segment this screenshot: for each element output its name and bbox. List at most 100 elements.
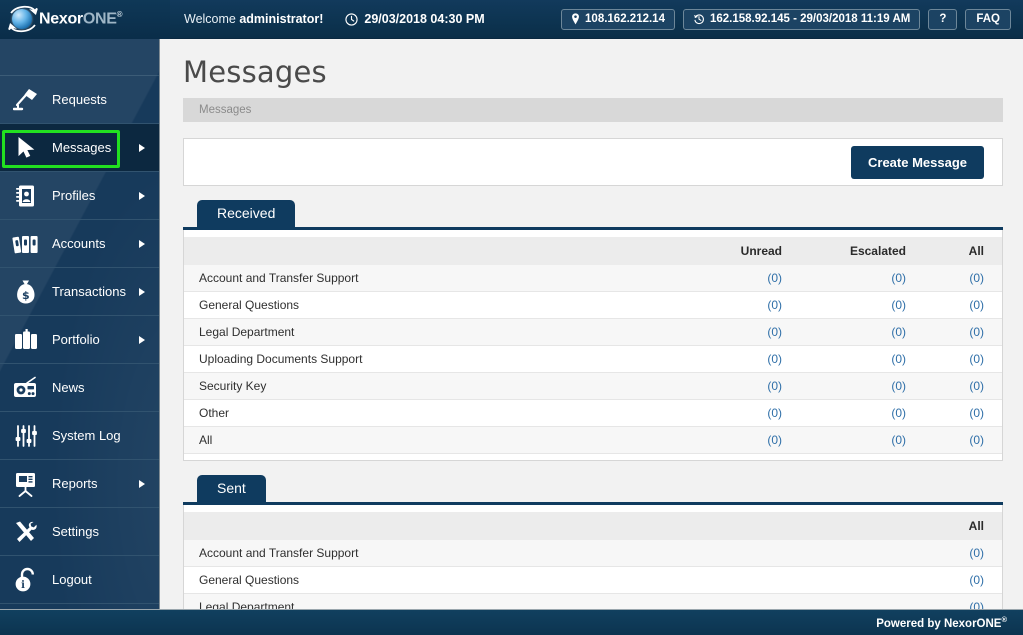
row-category: General Questions [184,566,946,594]
row-category: Other [184,399,706,427]
sidebar-item-label: Transactions [52,284,126,299]
table-row: Account and Transfer Support (0) [184,540,1002,567]
tab-received[interactable]: Received [197,200,296,227]
received-header-row: Unread Escalated All [184,237,1002,265]
sidebar-navigation: Requests Messages Profiles Accounts $ Tr… [0,39,160,609]
breadcrumb-item[interactable]: Messages [199,104,251,116]
sliders-icon [0,424,52,448]
faq-button[interactable]: FAQ [965,8,1011,30]
sidebar-item-system-log[interactable]: System Log [0,412,159,460]
row-category: Security Key [184,372,706,400]
current-datetime: 29/03/2018 04:30 PM [345,12,485,26]
address-book-icon [0,184,52,208]
sidebar-item-logout[interactable]: i Logout [0,556,159,604]
money-bag-icon: $ [0,279,52,305]
unread-count-link[interactable]: (0) [767,406,782,420]
row-category: Uploading Documents Support [184,345,706,373]
row-escalated-cell: (0) [826,426,946,454]
presentation-icon [0,471,52,497]
table-row: All (0) (0) (0) [184,426,1002,454]
received-table: Unread Escalated All Account and Transfe… [184,237,1002,454]
sidebar-item-settings[interactable]: Settings [0,508,159,556]
all-count-link[interactable]: (0) [969,271,984,285]
row-escalated-cell: (0) [826,399,946,427]
unread-count-link[interactable]: (0) [767,433,782,447]
svg-text:$: $ [22,289,30,302]
escalated-count-link[interactable]: (0) [891,325,906,339]
sidebar-item-accounts[interactable]: Accounts [0,220,159,268]
row-escalated-cell: (0) [826,345,946,373]
create-message-button[interactable]: Create Message [851,145,984,179]
row-all-cell: (0) [946,540,1002,567]
sent-table-container: All Account and Transfer Support (0) Gener… [183,505,1003,609]
row-escalated-cell: (0) [826,265,946,292]
unread-count-link[interactable]: (0) [767,379,782,393]
sidebar-item-news[interactable]: News [0,364,159,412]
unread-count-link[interactable]: (0) [767,325,782,339]
sidebar-item-reports[interactable]: Reports [0,460,159,508]
tab-sent[interactable]: Sent [197,475,266,502]
escalated-count-link[interactable]: (0) [891,406,906,420]
action-panel: Create Message [183,138,1003,186]
all-count-link[interactable]: (0) [969,298,984,312]
sidebar-item-label: News [52,380,85,395]
help-button[interactable]: ? [928,8,958,30]
current-ip-text: 108.162.212.14 [585,12,665,25]
received-table-container: Unread Escalated All Account and Transfe… [183,230,1003,461]
chevron-right-icon [139,335,145,344]
unread-count-link[interactable]: (0) [767,271,782,285]
row-category: General Questions [184,291,706,319]
swoosh-icon [8,5,38,33]
all-count-link[interactable]: (0) [969,379,984,393]
breadcrumb: Messages [183,98,1003,122]
sidebar-item-profiles[interactable]: Profiles [0,172,159,220]
all-count-link[interactable]: (0) [969,573,984,587]
all-count-link[interactable]: (0) [969,546,984,560]
escalated-count-link[interactable]: (0) [891,379,906,393]
sidebar-item-label: Profiles [52,188,96,203]
all-count-link[interactable]: (0) [969,406,984,420]
row-unread-cell: (0) [706,265,826,292]
table-row: Account and Transfer Support (0) (0) (0) [184,265,1002,292]
row-all-cell: (0) [946,566,1002,594]
sidebar-item-requests[interactable]: Requests [0,76,159,124]
chevron-right-icon [139,239,145,248]
row-all-cell: (0) [946,345,1002,373]
all-count-link[interactable]: (0) [969,433,984,447]
row-category: Legal Department [184,593,946,609]
sent-section: Sent All Account and Transfer Support (0)… [183,475,1003,609]
brand-name-primary: Nexor [39,10,83,28]
received-col-escalated: Escalated [826,237,946,265]
received-section: Received Unread Escalated All Account an… [183,200,1003,461]
escalated-count-link[interactable]: (0) [891,298,906,312]
table-row: Other (0) (0) (0) [184,399,1002,427]
all-count-link[interactable]: (0) [969,352,984,366]
open-lock-icon: i [0,567,52,593]
cursor-arrow-icon [0,136,52,160]
escalated-count-link[interactable]: (0) [891,271,906,285]
sidebar-item-label: Logout [52,572,92,587]
top-header-bar: NexorONE® Welcome administrator! 29/03/2… [0,0,1023,39]
unread-count-link[interactable]: (0) [767,298,782,312]
sent-table-body: Account and Transfer Support (0) General Q… [184,540,1002,609]
header-pill-group: 108.162.212.14 162.158.92.145 - 29/03/20… [561,8,1023,30]
current-ip-badge: 108.162.212.14 [561,8,675,30]
welcome-prefix: Welcome [184,12,240,26]
all-count-link[interactable]: (0) [969,600,984,609]
registered-mark: ® [116,9,123,19]
escalated-count-link[interactable]: (0) [891,433,906,447]
row-category: All [184,426,706,454]
received-col-category [184,237,706,265]
sidebar-item-label: Messages [52,140,112,155]
escalated-count-link[interactable]: (0) [891,352,906,366]
unread-count-link[interactable]: (0) [767,352,782,366]
brand-logo[interactable]: NexorONE® [0,0,170,39]
row-unread-cell: (0) [706,345,826,373]
row-escalated-cell: (0) [826,372,946,400]
radio-icon [0,376,52,400]
clock-icon [345,12,359,26]
sidebar-item-transactions[interactable]: $ Transactions [0,268,159,316]
sidebar-item-portfolio[interactable]: Portfolio [0,316,159,364]
all-count-link[interactable]: (0) [969,325,984,339]
sidebar-item-messages[interactable]: Messages [0,124,159,172]
